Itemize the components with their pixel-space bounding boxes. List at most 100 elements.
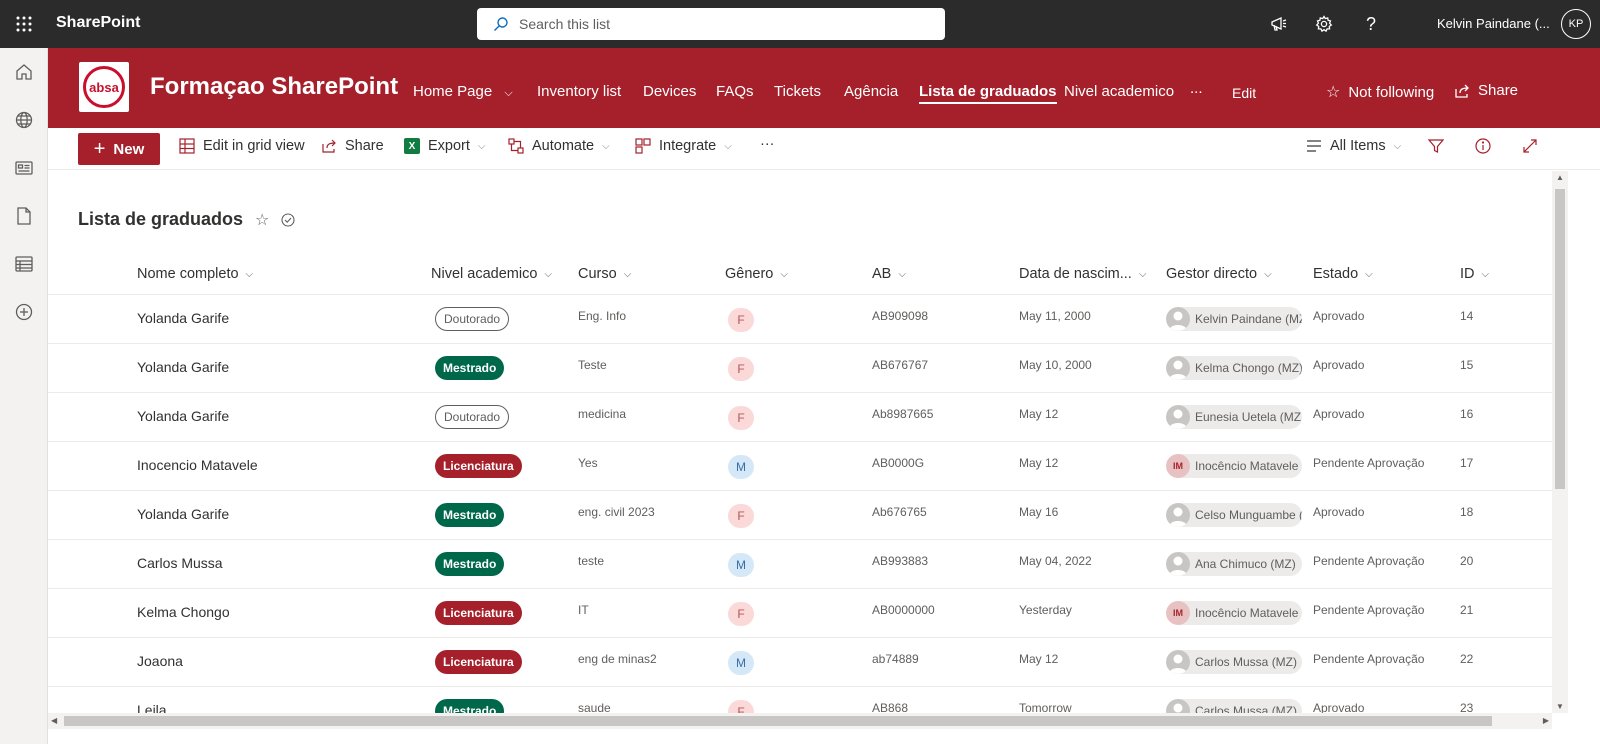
col-header-nome[interactable]: Nome completo ⌵ (137, 266, 253, 282)
table-row[interactable]: Yolanda Garife Doutorado Eng. Info F AB90909… (48, 295, 1552, 344)
suite-bar: SharePoint ? Kelvin Paindane (... KP (0, 0, 1600, 48)
nav-faqs[interactable]: FAQs (716, 83, 754, 100)
person-pill[interactable]: IM Inocêncio Matavele ( (1166, 601, 1302, 625)
nav-inventory-list[interactable]: Inventory list (537, 83, 621, 100)
col-header-genero[interactable]: Gênero ⌵ (725, 266, 788, 282)
edit-grid-button[interactable]: Edit in grid view (179, 138, 305, 154)
person-pill[interactable]: Kelma Chongo (MZ) (1166, 356, 1302, 380)
settings-button[interactable] (1304, 0, 1344, 48)
nav-nivel-academico[interactable]: Nivel academico (1064, 83, 1174, 100)
info-button[interactable] (1475, 138, 1491, 154)
vertical-scrollbar[interactable]: ▲ ▼ (1552, 171, 1568, 713)
table-row[interactable]: Yolanda Garife Mestrado eng. civil 2023 F Ab… (48, 491, 1552, 540)
cell-ab: AB868 (872, 701, 909, 713)
search-input[interactable] (519, 16, 919, 32)
automate-button[interactable]: Automate ⌵ (508, 138, 610, 154)
table-row[interactable]: Yolanda Garife Mestrado Teste F AB676767 May … (48, 344, 1552, 393)
genero-badge: F (728, 406, 754, 430)
cell-nome[interactable]: Yolanda Garife (137, 359, 229, 375)
help-icon: ? (1365, 13, 1376, 34)
more-commands-button[interactable]: ··· (760, 136, 775, 152)
person-pill[interactable]: Carlos Mussa (MZ) (1166, 699, 1302, 713)
cell-nome[interactable]: Joaona (137, 653, 183, 669)
app-name[interactable]: SharePoint (56, 14, 140, 32)
nav-edit-link[interactable]: Edit (1232, 85, 1256, 101)
cell-nome[interactable]: Leila (137, 702, 167, 713)
search-box[interactable] (477, 8, 945, 40)
scroll-left-icon[interactable]: ◀ (51, 716, 57, 725)
news-button[interactable] (12, 156, 36, 180)
check-circle-icon[interactable] (281, 212, 295, 227)
nav-tickets[interactable]: Tickets (774, 83, 821, 100)
cell-nome[interactable]: Yolanda Garife (137, 408, 229, 424)
app-launcher-button[interactable] (0, 0, 48, 48)
vertical-scroll-thumb[interactable] (1555, 189, 1565, 489)
view-switcher[interactable]: All Items ⌵ (1306, 138, 1401, 154)
user-name[interactable]: Kelvin Paindane (... (1437, 16, 1550, 31)
sites-button[interactable] (12, 108, 36, 132)
person-pill[interactable]: Kelvin Paindane (MZ) (1166, 307, 1302, 331)
person-pill[interactable]: Celso Munguambe (I (1166, 503, 1302, 527)
follow-button[interactable]: ☆ Not following (1326, 82, 1434, 102)
person-pill[interactable]: IM Inocêncio Matavele ( (1166, 454, 1302, 478)
scroll-down-icon[interactable]: ▼ (1556, 702, 1564, 711)
cell-curso: Yes (578, 456, 598, 470)
person-pill[interactable]: Ana Chimuco (MZ) (1166, 552, 1302, 576)
person-pill[interactable]: Eunesia Uetela (MZ) (1166, 405, 1302, 429)
nav-more-button[interactable]: ... (1190, 80, 1203, 97)
cell-nome[interactable]: Kelma Chongo (137, 604, 230, 620)
horizontal-scroll-thumb[interactable] (64, 716, 1492, 726)
person-avatar: IM (1166, 601, 1190, 625)
export-button[interactable]: X Export ⌵ (404, 138, 486, 154)
col-header-estado[interactable]: Estado ⌵ (1313, 266, 1373, 282)
col-header-id[interactable]: ID ⌵ (1460, 266, 1489, 282)
scroll-up-icon[interactable]: ▲ (1556, 173, 1564, 182)
help-button[interactable]: ? (1351, 0, 1391, 48)
col-header-ab[interactable]: AB ⌵ (872, 266, 906, 282)
nav-home-page[interactable]: Home Page ⌵ (413, 83, 513, 100)
nav-agencia[interactable]: Agência (844, 83, 898, 100)
scroll-right-icon[interactable]: ▶ (1543, 716, 1549, 725)
col-header-data[interactable]: Data de nascim... ⌵ (1019, 266, 1146, 282)
site-title[interactable]: Formaçao SharePoint (150, 73, 398, 101)
table-row[interactable]: Yolanda Garife Doutorado medicina F Ab898766… (48, 393, 1552, 442)
genero-badge: F (728, 308, 754, 332)
table-row[interactable]: Carlos Mussa Mestrado teste M AB993883 May 04… (48, 540, 1552, 589)
megaphone-button[interactable] (1259, 0, 1299, 48)
site-share-button[interactable]: Share (1455, 82, 1518, 99)
table-row[interactable]: Leila Mestrado saude F AB868 Tomorrow Carlos M… (48, 687, 1552, 713)
share-command-button[interactable]: Share (322, 138, 384, 154)
lists-button[interactable] (12, 252, 36, 276)
col-header-curso[interactable]: Curso ⌵ (578, 266, 631, 282)
person-avatar (1166, 699, 1190, 713)
table-row[interactable]: Kelma Chongo Licenciatura IT F AB0000000 Yest… (48, 589, 1552, 638)
person-avatar (1166, 552, 1190, 576)
create-button[interactable] (12, 300, 36, 324)
nav-devices[interactable]: Devices (643, 83, 696, 100)
star-icon[interactable]: ☆ (255, 210, 269, 230)
cell-nome[interactable]: Yolanda Garife (137, 310, 229, 326)
horizontal-scrollbar[interactable]: ◀ ▶ (48, 713, 1552, 729)
list-title[interactable]: Lista de graduados (78, 209, 243, 230)
integrate-button[interactable]: Integrate ⌵ (635, 138, 732, 154)
table-row[interactable]: Inocencio Matavele Licenciatura Yes M AB0000… (48, 442, 1552, 491)
grid-icon (179, 138, 195, 154)
megaphone-icon (1271, 16, 1287, 31)
cell-nome[interactable]: Yolanda Garife (137, 506, 229, 522)
site-logo[interactable]: absa (79, 62, 129, 112)
new-button[interactable]: + New (78, 133, 160, 165)
filter-button[interactable] (1428, 138, 1444, 154)
expand-button[interactable] (1522, 138, 1538, 154)
col-header-nivel[interactable]: Nivel academico ⌵ (431, 266, 552, 282)
home-button[interactable] (12, 60, 36, 84)
col-header-gestor[interactable]: Gestor directo ⌵ (1166, 266, 1272, 282)
files-button[interactable] (12, 204, 36, 228)
person-pill[interactable]: Carlos Mussa (MZ) (1166, 650, 1302, 674)
user-avatar[interactable]: KP (1561, 9, 1591, 39)
cell-nome[interactable]: Inocencio Matavele (137, 457, 258, 473)
genero-badge: F (728, 700, 754, 713)
cell-nome[interactable]: Carlos Mussa (137, 555, 223, 571)
cell-estado: Aprovado (1313, 701, 1365, 713)
nav-lista-de-graduados[interactable]: Lista de graduados (919, 83, 1057, 104)
table-row[interactable]: Joaona Licenciatura eng de minas2 Mab74889 M… (48, 638, 1552, 687)
